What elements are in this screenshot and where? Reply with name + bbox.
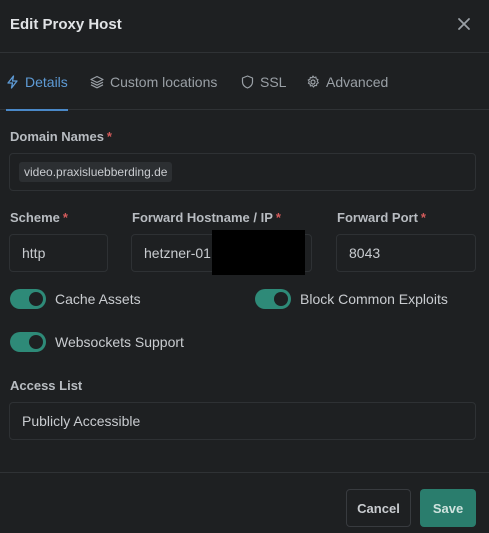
scheme-label: Scheme *	[10, 210, 68, 225]
tab-advanced[interactable]: Advanced	[306, 54, 388, 110]
block-exploits-toggle[interactable]: Block Common Exploits	[255, 289, 448, 309]
dialog-footer	[0, 472, 489, 533]
edit-proxy-host-dialog: Edit Proxy Host Details Custom locations…	[0, 0, 489, 533]
tab-label: Advanced	[326, 74, 389, 90]
shield-icon	[241, 75, 254, 89]
toggle-switch[interactable]	[255, 289, 291, 309]
required-marker: *	[420, 210, 426, 225]
domain-chip[interactable]: video.praxisluebberding.de	[19, 162, 173, 182]
required-marker: *	[106, 129, 112, 144]
tab-custom-locations[interactable]: Custom locations	[90, 54, 217, 110]
access-list-select[interactable]: Publicly Accessible	[9, 402, 476, 440]
forward-hostname-label: Forward Hostname / IP *	[132, 210, 281, 225]
domain-names-input[interactable]: video.praxisluebberding.de	[9, 153, 476, 191]
dialog-title: Edit Proxy Host	[10, 16, 122, 33]
scheme-value: http	[22, 245, 46, 261]
scheme-input[interactable]: http	[9, 234, 108, 272]
tab-label: Custom locations	[110, 74, 218, 90]
tab-label: Details	[25, 74, 68, 90]
block-exploits-label: Block Common Exploits	[300, 291, 448, 307]
bolt-icon	[6, 75, 19, 89]
websockets-label: Websockets Support	[55, 334, 184, 350]
required-marker: *	[275, 210, 281, 225]
access-list-label: Access List	[10, 378, 83, 393]
gear-icon	[306, 75, 320, 89]
layers-icon	[90, 75, 104, 89]
tab-ssl[interactable]: SSL	[241, 54, 286, 110]
cancel-button[interactable]: Cancel	[346, 489, 411, 527]
cache-assets-label: Cache Assets	[55, 291, 141, 307]
forward-port-value: 8043	[349, 245, 381, 261]
tab-label: SSL	[260, 74, 287, 90]
websockets-toggle[interactable]: Websockets Support	[10, 332, 184, 352]
close-icon[interactable]	[454, 14, 474, 34]
domain-names-label: Domain Names *	[10, 129, 112, 144]
forward-port-input[interactable]: 8043	[336, 234, 476, 272]
forward-port-label: Forward Port *	[337, 210, 426, 225]
dialog-header: Edit Proxy Host	[0, 0, 489, 53]
redaction-block	[212, 230, 305, 275]
required-marker: *	[62, 210, 68, 225]
access-list-value: Publicly Accessible	[22, 413, 141, 429]
cache-assets-toggle[interactable]: Cache Assets	[10, 289, 141, 309]
save-button[interactable]: Save	[420, 489, 476, 527]
tab-bar: Details Custom locations SSL Advanced	[0, 54, 489, 111]
toggle-switch[interactable]	[10, 332, 46, 352]
tab-details[interactable]: Details	[6, 54, 68, 111]
forward-hostname-value: hetzner-01	[144, 245, 211, 261]
toggle-switch[interactable]	[10, 289, 46, 309]
